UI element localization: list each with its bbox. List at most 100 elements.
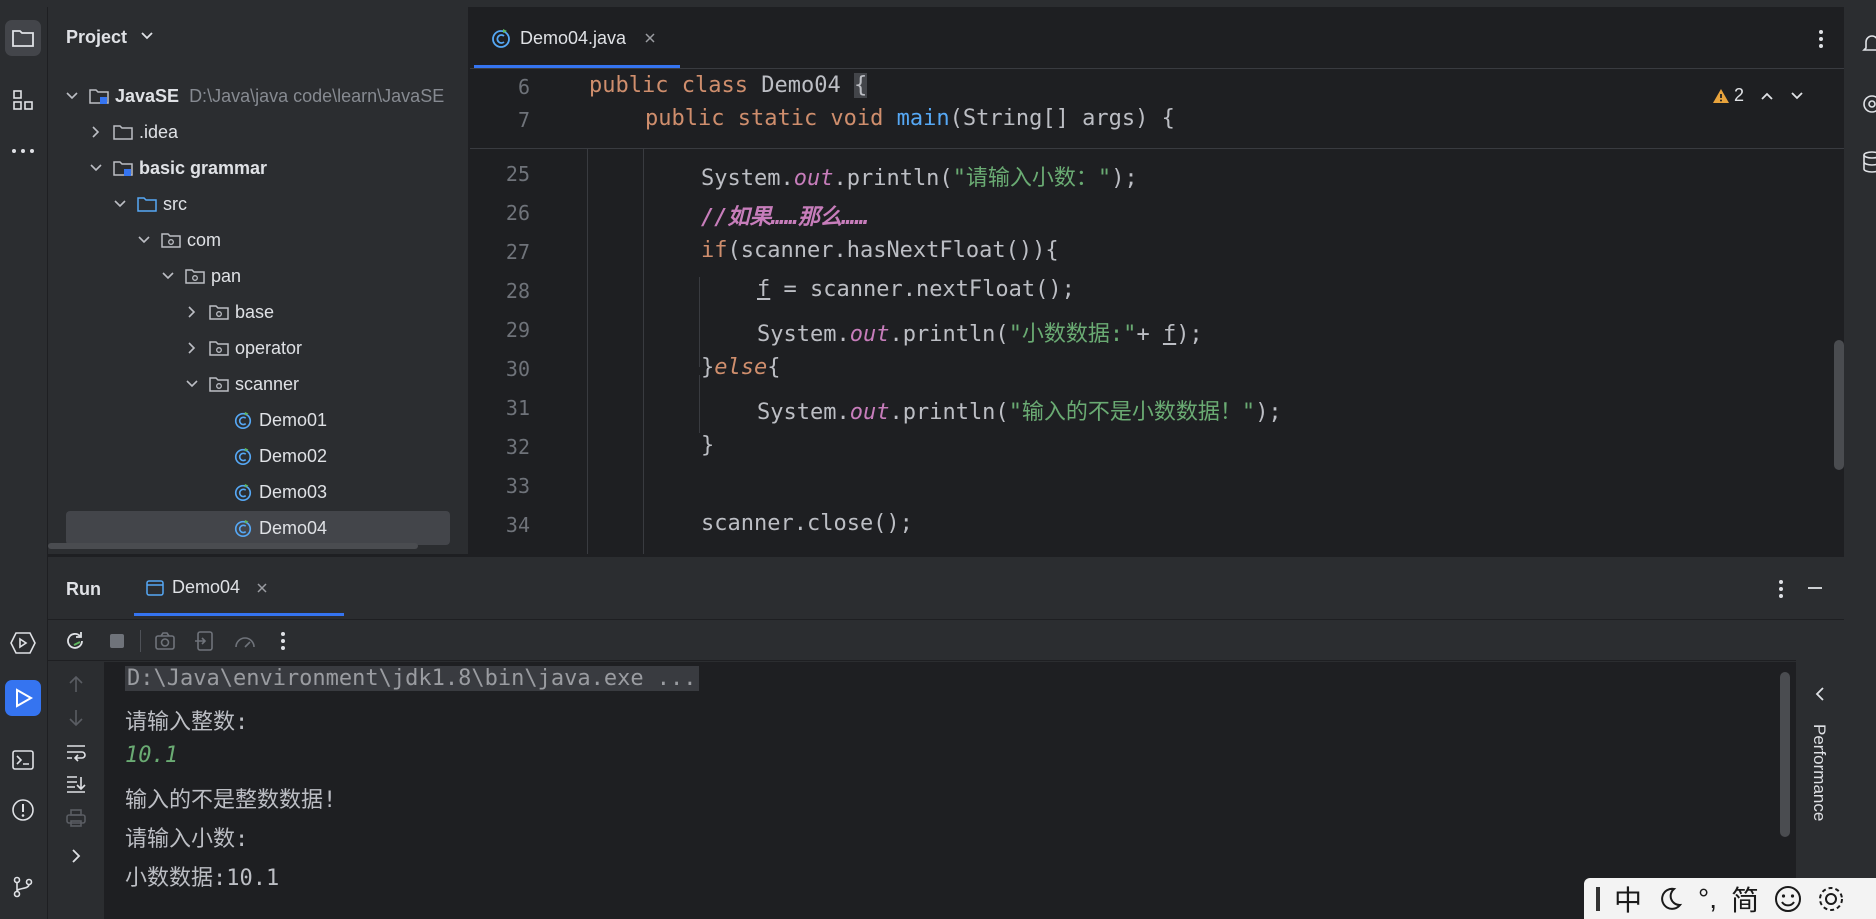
tree-item[interactable]: pan <box>48 259 458 293</box>
chevron-down-icon[interactable] <box>184 376 200 392</box>
more-vertical-icon[interactable] <box>1818 29 1824 49</box>
close-icon[interactable] <box>256 582 268 594</box>
close-icon[interactable] <box>644 32 656 44</box>
editor-tab-bar: Demo04.java <box>470 7 1844 69</box>
tree-item[interactable]: com <box>48 223 458 257</box>
run-tool-button[interactable] <box>5 680 41 716</box>
tree-item[interactable]: basic grammar <box>48 151 458 185</box>
profiler-button[interactable] <box>232 628 258 654</box>
notifications-icon[interactable] <box>1860 31 1876 55</box>
structure-tool-button[interactable] <box>5 82 41 118</box>
code-line-27[interactable]: if(scanner.hasNextFloat()){ <box>701 238 1059 263</box>
code-line-7[interactable]: public static void main(String[] args) { <box>645 106 1175 131</box>
token-text: .println( <box>833 166 953 191</box>
tree-item[interactable]: scanner <box>48 367 458 401</box>
code-line-32[interactable]: } <box>701 433 714 458</box>
chevron-up-icon[interactable] <box>1760 91 1774 101</box>
ime-mode-toggle[interactable]: 中 <box>1614 879 1642 919</box>
git-branch-icon <box>13 876 33 898</box>
arrow-up-icon[interactable] <box>67 674 85 694</box>
project-tree-hscrollbar[interactable] <box>48 543 418 549</box>
soft-wrap-icon[interactable] <box>65 742 87 762</box>
code-line-29[interactable]: System.out.println("小数数据:"+ f); <box>757 316 1203 348</box>
tab-demo04-java[interactable]: Demo04.java <box>490 23 656 53</box>
console-output[interactable]: D:\Java\environment\jdk1.8\bin\java.exe … <box>104 662 1832 919</box>
exit-button[interactable] <box>192 628 218 654</box>
console-command[interactable]: D:\Java\environment\jdk1.8\bin\java.exe … <box>125 666 699 691</box>
minimize-icon[interactable] <box>1806 579 1824 597</box>
tree-item-label: pan <box>211 265 242 286</box>
chevron-right-icon[interactable] <box>70 848 82 864</box>
performance-tab-label[interactable]: Performance <box>1809 724 1829 821</box>
half-width-moon-icon[interactable] <box>1656 885 1684 913</box>
terminal-tool-button[interactable] <box>5 742 41 778</box>
tree-item[interactable]: JavaSE D:\Java\java code\learn\JavaSE <box>48 79 458 113</box>
screenshot-button[interactable] <box>152 628 178 654</box>
git-tool-button[interactable] <box>5 869 41 905</box>
console-scrollbar[interactable] <box>1780 672 1790 837</box>
stop-button[interactable] <box>104 628 130 654</box>
ime-charset-toggle[interactable]: 简 <box>1731 879 1759 919</box>
code-line-34[interactable]: scanner.close(); <box>701 511 913 536</box>
token-text: .println( <box>889 400 1009 425</box>
sticky-lines-separator <box>470 148 1844 149</box>
tree-item[interactable]: operator <box>48 331 458 365</box>
tree-item[interactable]: Demo01 <box>48 403 458 437</box>
token-field: out <box>849 322 890 347</box>
more-tools-button[interactable] <box>5 133 41 169</box>
token-text: System. <box>757 322 850 347</box>
settings-icon[interactable] <box>1817 885 1845 913</box>
services-tool-button[interactable] <box>5 625 41 661</box>
scroll-to-end-icon[interactable] <box>65 774 87 794</box>
ime-drag-handle[interactable] <box>1596 886 1600 911</box>
chevron-left-icon[interactable] <box>1814 686 1826 702</box>
chevron-down-icon[interactable] <box>160 268 176 284</box>
tree-item[interactable]: .idea <box>48 115 458 149</box>
exit-icon <box>195 631 213 651</box>
chevron-right-icon[interactable] <box>88 124 104 140</box>
ai-assistant-icon[interactable] <box>1860 92 1876 116</box>
tree-item[interactable]: Demo02 <box>48 439 458 473</box>
chevron-right-icon[interactable] <box>184 304 200 320</box>
toolbar-more-button[interactable] <box>270 628 296 654</box>
code-line-25[interactable]: System.out.println("请输入小数："); <box>701 160 1138 192</box>
project-tool-button[interactable] <box>5 20 41 56</box>
run-tab-demo04[interactable]: Demo04 <box>146 577 268 598</box>
chevron-down-icon[interactable] <box>112 196 128 212</box>
code-line-28[interactable]: f = scanner.nextFloat(); <box>757 277 1075 302</box>
token-comment: //如果……那么…… <box>701 205 869 230</box>
editor-scrollbar[interactable] <box>1834 340 1844 470</box>
code-line-6[interactable]: public class Demo04 { <box>589 73 868 98</box>
tree-item[interactable]: Demo04 <box>66 511 450 545</box>
more-vertical-icon[interactable] <box>1778 579 1784 599</box>
tree-item[interactable]: base <box>48 295 458 329</box>
problems-tool-button[interactable] <box>5 792 41 828</box>
toolbar-separator <box>140 630 141 652</box>
chevron-right-icon[interactable] <box>184 340 200 356</box>
tree-item-label: Demo01 <box>259 409 328 430</box>
code-line-26[interactable]: //如果……那么…… <box>701 199 868 231</box>
chevron-down-icon[interactable] <box>88 160 104 176</box>
console-line: 请输入小数: <box>125 827 249 852</box>
indent-guide <box>699 277 700 367</box>
code-line-31[interactable]: System.out.println("输入的不是小数数据！"); <box>757 394 1282 426</box>
token-text: scanner.close(); <box>701 511 913 536</box>
database-icon[interactable] <box>1860 150 1876 174</box>
tree-item[interactable]: Demo03 <box>48 475 458 509</box>
rerun-button[interactable] <box>62 628 88 654</box>
ellipsis-icon <box>12 149 34 153</box>
chevron-down-icon[interactable] <box>136 232 152 248</box>
ime-punctuation-toggle[interactable]: °, <box>1698 883 1717 915</box>
code-line-30[interactable]: }else{ <box>701 355 780 380</box>
token-keyword: class <box>681 73 748 98</box>
emoji-icon[interactable] <box>1773 884 1803 914</box>
chevron-down-icon[interactable] <box>64 88 80 104</box>
inspection-widget[interactable]: 2 <box>1712 85 1804 106</box>
tree-item[interactable]: src <box>48 187 458 221</box>
tree-item-label: scanner <box>235 373 300 394</box>
project-panel-title[interactable]: Project <box>66 27 127 48</box>
chevron-down-icon[interactable] <box>140 31 154 41</box>
chevron-down-icon[interactable] <box>1790 91 1804 101</box>
print-icon[interactable] <box>65 808 87 828</box>
arrow-down-icon[interactable] <box>67 708 85 728</box>
